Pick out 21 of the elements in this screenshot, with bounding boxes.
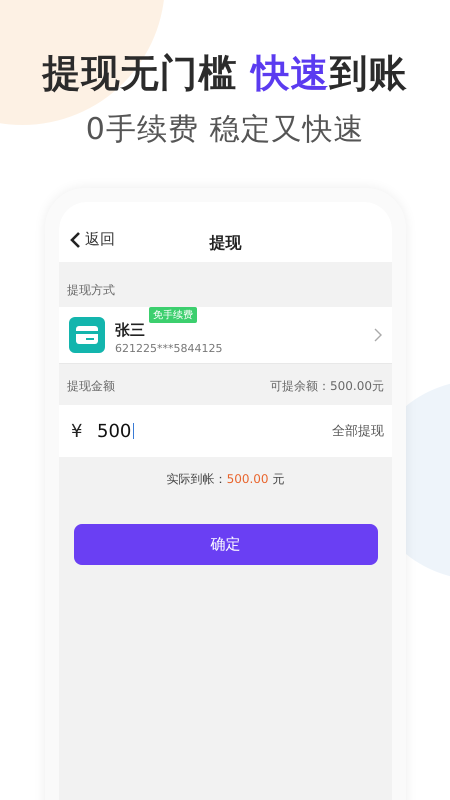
withdraw-all-link[interactable]: 全部提现 — [332, 422, 384, 440]
account-name: 张三 — [115, 321, 145, 340]
back-button[interactable]: 返回 — [69, 230, 115, 249]
section-label: 提现方式 — [67, 282, 115, 299]
chevron-right-icon — [374, 328, 382, 342]
confirm-button[interactable]: 确定 — [74, 524, 378, 565]
fee-free-badge: 免手续费 — [149, 307, 197, 323]
subtitle: 0手续费 稳定又快速 — [84, 111, 366, 149]
headline-text: 提现无门槛 — [42, 51, 238, 95]
page-title: 提现 — [210, 232, 242, 254]
bank-card-icon — [69, 317, 105, 353]
section-label: 提现金额 — [67, 378, 115, 395]
headline-text: 快速 — [252, 51, 330, 95]
currency-symbol: ¥ — [71, 420, 84, 442]
actual-amount-text: 实际到帐：500.00 元 — [166, 471, 286, 488]
back-icon — [69, 230, 81, 248]
payment-method-row[interactable]: 张三 免手续费 621225***5844125 — [59, 307, 392, 364]
amount-input[interactable]: 500 — [97, 420, 332, 442]
available-balance: 可提余额：500.00元 — [270, 378, 384, 395]
card-number: 621225***5844125 — [115, 342, 224, 355]
headline-text: 到账 — [330, 51, 408, 95]
